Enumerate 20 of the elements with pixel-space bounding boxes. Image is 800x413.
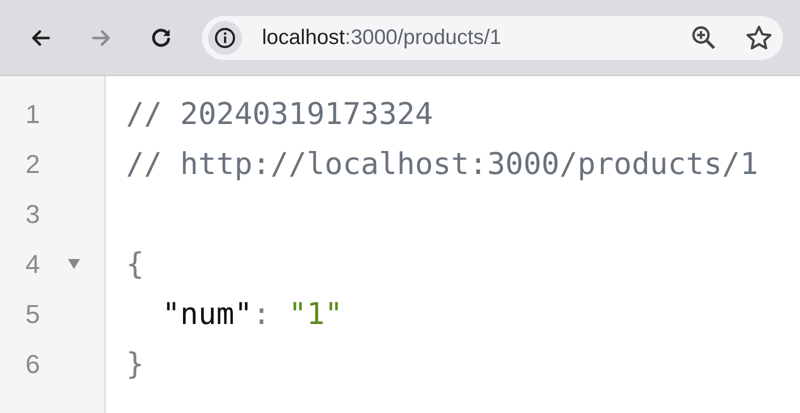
- line-number: 4: [24, 248, 40, 280]
- line-number: 3: [24, 198, 40, 230]
- fold-toggle-icon[interactable]: [68, 259, 80, 269]
- url-path: :3000/products/1: [344, 26, 502, 49]
- address-bar[interactable]: localhost:3000/products/1: [202, 16, 783, 60]
- line-number: 1: [24, 98, 40, 130]
- line-number: 6: [24, 348, 40, 380]
- info-icon[interactable]: [208, 20, 242, 54]
- star-icon[interactable]: [745, 24, 773, 52]
- zoom-icon[interactable]: [691, 24, 717, 50]
- url-host: localhost: [262, 26, 345, 49]
- json-string: "1": [288, 296, 343, 334]
- code-comment: // 20240319173324: [126, 96, 434, 134]
- json-key: "num": [126, 292, 252, 336]
- line-number: 5: [24, 298, 40, 330]
- code-comment: // http://localhost:3000/products/1: [126, 146, 758, 184]
- code-punctuation: :: [252, 296, 272, 334]
- code-punctuation: {: [126, 246, 144, 284]
- line-number: 2: [24, 148, 40, 180]
- code-punctuation: }: [126, 346, 144, 384]
